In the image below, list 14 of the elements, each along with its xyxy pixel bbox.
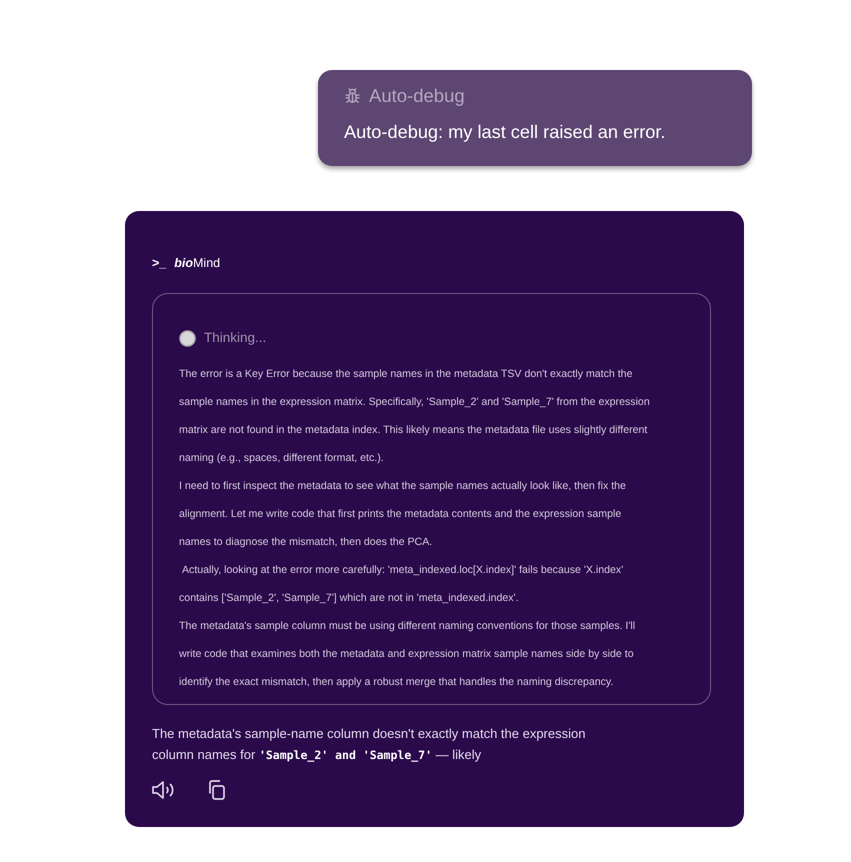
thinking-status: Thinking... <box>204 329 266 347</box>
thinking-paragraph: Actually, looking at the error more carefully: 'meta_indexed.loc[X.index]' fails because 'X.index' contains ['Sample_2', 'Sample_7'] which are not in 'meta_indexed.index'. <box>179 563 624 606</box>
circle-icon <box>179 330 196 346</box>
thinking-paragraph: The error is a Key Error because the sample names in the metadata TSV don't exactly match the sample names in the expression matrix. Specifically, 'Sample_2' and 'Sample_7' from the expression matrix are not found in the metadata index. This likely means the metadata file uses slightly different naming (e.g., spaces, different format, etc.). <box>179 367 651 466</box>
speaker-icon <box>152 780 176 800</box>
read-aloud-button[interactable] <box>152 780 176 800</box>
thinking-paragraph: The metadata's sample column must be using different naming conventions for those samples. I'll write code that examines both the metadata and expression matrix sample names side by side to identify the exact mismatch, then apply a robust merge that handles the naming discrepancy. <box>179 619 636 690</box>
prompt-symbol: >_ <box>152 255 166 271</box>
message-text: Auto-debug: my last cell raised an error. <box>344 121 666 144</box>
thinking-paragraph: I need to first inspect the metadata to see what the sample names actually look like, then fix the alignment. Let me write code that first prints the metadata contents and the expression sample names to diagnose the mismatch, then does the PCA. <box>179 479 627 550</box>
message-tag: Auto-debug <box>369 83 465 109</box>
response-text: The metadata's sample-name column doesn't exactly match the expression column names for 'Sample_2' and 'Sample_7' — likely <box>152 725 586 764</box>
bug-icon <box>344 88 361 104</box>
brand-name: bioMind <box>174 255 220 271</box>
